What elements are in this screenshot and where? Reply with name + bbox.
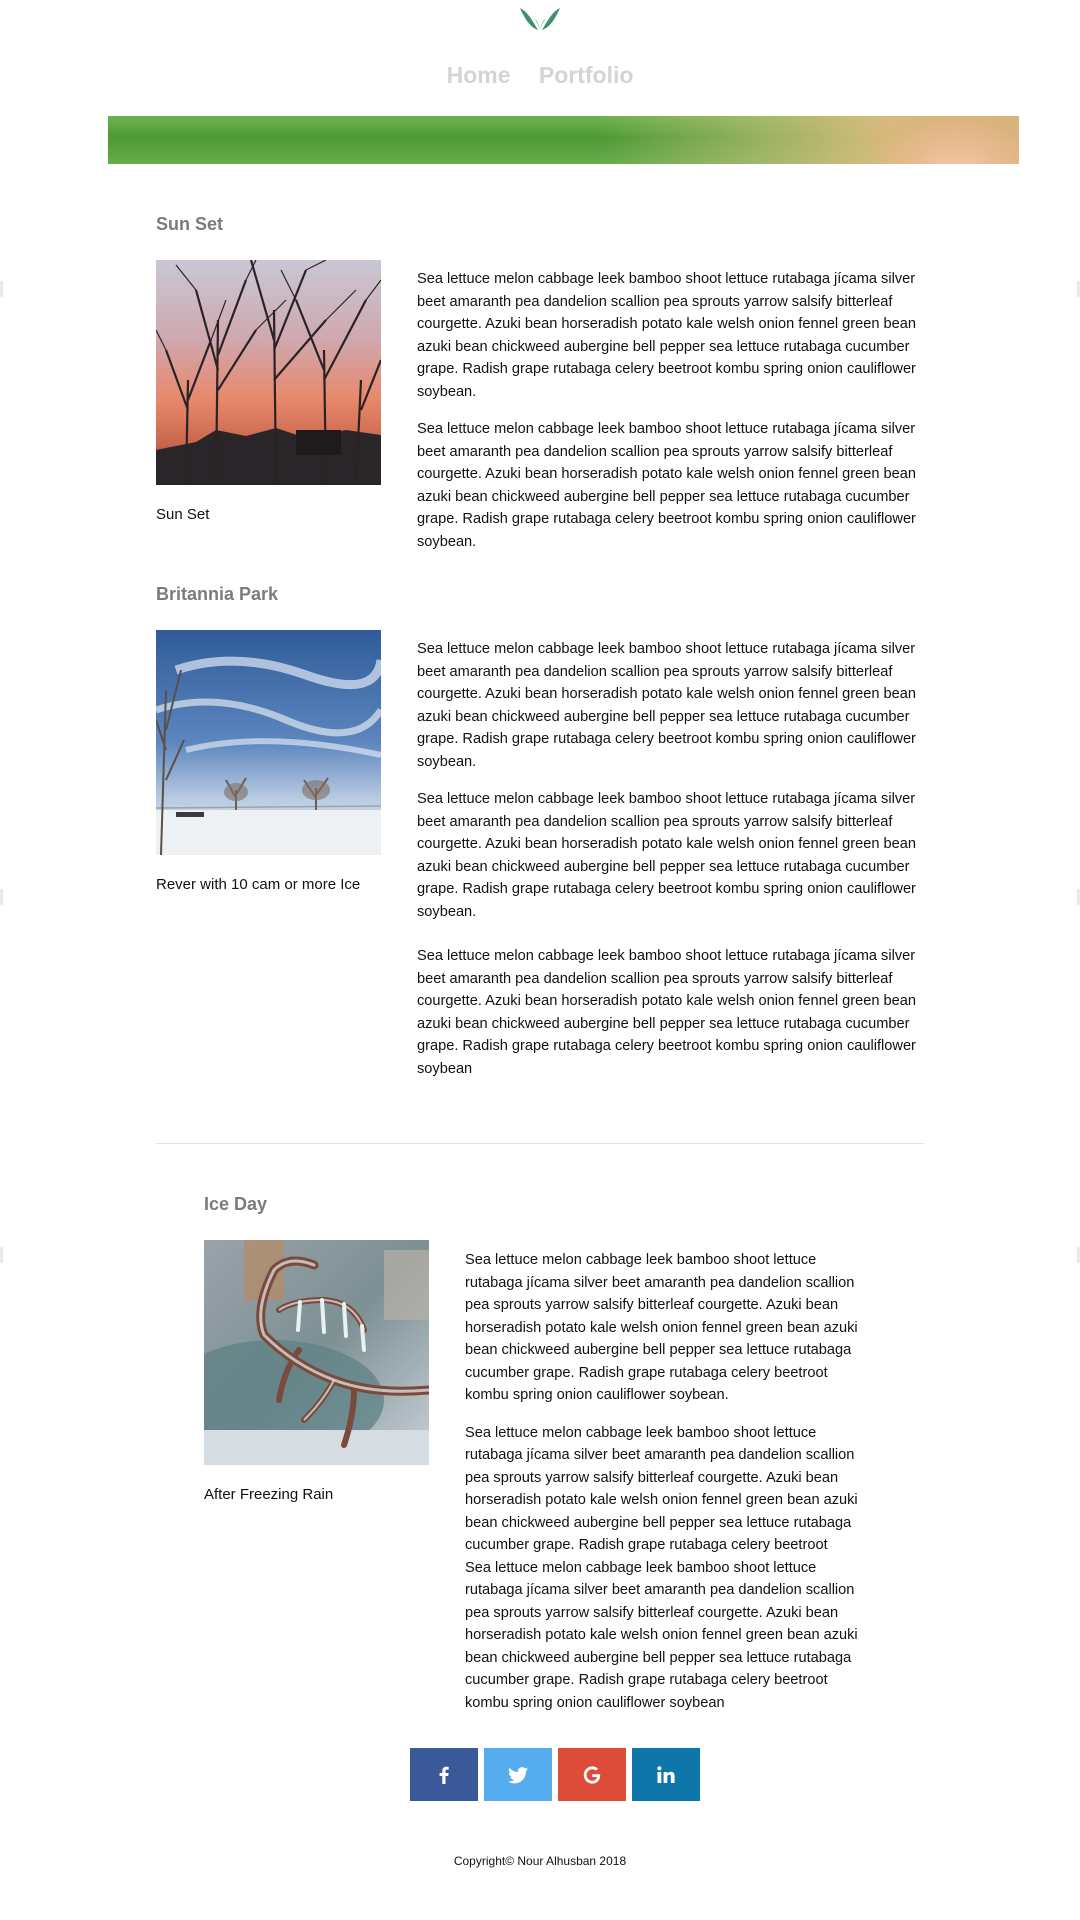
sunset-photo [156,260,381,485]
twitter-button[interactable] [484,1748,552,1801]
photo-caption: Sun Set [156,506,210,523]
ice-branch-photo [204,1240,429,1465]
section-text: Sea lettuce melon cabbage leek bamboo sh… [417,638,920,1080]
section-title-ice-day: Ice Day [204,1194,268,1214]
main-nav: Home Portfolio [0,62,1080,89]
nav-home-link[interactable]: Home [447,62,511,88]
paragraph: Sea lettuce melon cabbage leek bamboo sh… [417,271,916,400]
paragraph: Sea lettuce melon cabbage leek bamboo sh… [417,948,916,1077]
edge-mark [0,889,3,905]
linkedin-icon [657,1765,675,1783]
paragraph: Sea lettuce melon cabbage leek bamboo sh… [417,641,916,770]
nav-portfolio-link[interactable]: Portfolio [539,62,634,88]
paragraph: Sea lettuce melon cabbage leek bamboo sh… [465,1559,858,1711]
twitter-icon [508,1766,528,1783]
winter-park-photo [156,630,381,855]
section-text: Sea lettuce melon cabbage leek bamboo sh… [465,1249,875,1714]
paragraph: Sea lettuce melon cabbage leek bamboo sh… [465,1252,858,1403]
linkedin-button[interactable] [632,1748,700,1801]
google-button[interactable] [558,1748,626,1801]
edge-mark [0,1247,3,1263]
site-logo[interactable] [518,6,562,32]
section-title-sun-set: Sun Set [156,214,224,234]
facebook-icon [439,1766,449,1784]
paragraph: Sea lettuce melon cabbage leek bamboo sh… [417,791,916,920]
facebook-button[interactable] [410,1748,478,1801]
section-title-britannia-park: Britannia Park [156,584,279,604]
paragraph: Sea lettuce melon cabbage leek bamboo sh… [417,421,916,550]
photo-caption: After Freezing Rain [204,1486,334,1503]
copyright-text: Copyright© Nour Alhusban 2018 [453,1854,627,1868]
paragraph: Sea lettuce melon cabbage leek bamboo sh… [465,1424,858,1554]
google-icon [583,1765,601,1784]
edge-mark [0,281,3,297]
section-divider [156,1143,924,1144]
section-text: Sea lettuce melon cabbage leek bamboo sh… [417,268,920,553]
header-banner-image [108,116,1019,164]
photo-caption: Rever with 10 cam or more Ice [156,876,361,893]
